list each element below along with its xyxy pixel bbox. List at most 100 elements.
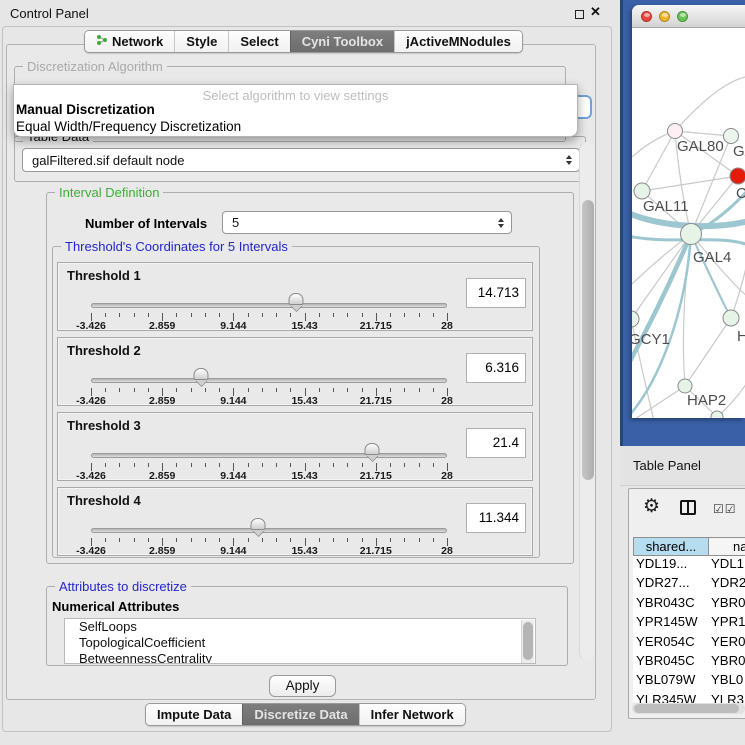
tick-mark xyxy=(390,538,391,542)
tick-mark xyxy=(105,538,106,542)
top-tab-cyni-toolbox[interactable]: Cyni Toolbox xyxy=(290,31,394,52)
table-panel: ⚙ ☑☑ shared... na YDL19...YDL1YDR27...YD… xyxy=(628,488,745,719)
slider-track-2[interactable] xyxy=(91,378,447,383)
slider-tick-labels: -3.4262.8599.14415.4321.71528 xyxy=(91,545,447,556)
tick-mark xyxy=(219,313,220,317)
tick-mark xyxy=(134,388,135,392)
tick-mark xyxy=(105,463,106,467)
tick-label: 2.859 xyxy=(149,470,175,482)
tick-mark xyxy=(205,463,206,467)
slider-thumb-3[interactable] xyxy=(365,443,380,455)
numerical-attributes-list[interactable]: SelfLoopsTopologicalCoefficientBetweenne… xyxy=(64,618,536,664)
table-row[interactable]: YBL079WYBL0 xyxy=(633,672,745,691)
slider-track-1[interactable] xyxy=(91,303,447,308)
cell-name: YDL1 xyxy=(711,556,744,571)
table-row[interactable]: YER054CYER0 xyxy=(633,634,745,653)
columns-icon[interactable] xyxy=(680,500,696,515)
network-node-hap2[interactable] xyxy=(678,379,692,393)
network-node-h[interactable] xyxy=(723,310,739,326)
network-edge[interactable] xyxy=(685,318,731,386)
zoom-traffic-light-icon[interactable] xyxy=(677,11,688,22)
bottom-tab-infer-network[interactable]: Infer Network xyxy=(359,704,465,725)
slider-thumb-1[interactable] xyxy=(289,293,304,305)
attributes-list-scrollbar[interactable] xyxy=(521,620,534,664)
list-item[interactable]: SelfLoops xyxy=(65,619,535,635)
network-node-gal4[interactable] xyxy=(681,224,702,245)
apply-button[interactable]: Apply xyxy=(269,675,336,697)
cell-name: YBR0 xyxy=(711,653,745,668)
float-window-icon[interactable] xyxy=(575,10,584,19)
tick-label: 9.144 xyxy=(220,395,246,407)
top-tab-select[interactable]: Select xyxy=(228,31,289,52)
dropdown-option-equal-width[interactable]: Equal Width/Frequency Discretization xyxy=(16,119,241,134)
tick-mark xyxy=(290,313,291,317)
node-label: H xyxy=(737,328,745,345)
discretization-algorithm-label: Discretization Algorithm xyxy=(23,59,167,74)
network-node-c[interactable] xyxy=(730,168,745,184)
table-row[interactable]: YDL19...YDL1 xyxy=(633,556,745,575)
close-icon[interactable]: ✕ xyxy=(590,4,601,20)
top-tab-style[interactable]: Style xyxy=(174,31,228,52)
tick-label: 21.715 xyxy=(360,470,392,482)
tick-label: 21.715 xyxy=(360,395,392,407)
tick-mark xyxy=(262,313,263,317)
close-traffic-light-icon[interactable] xyxy=(641,11,652,22)
content-vertical-scrollbar[interactable] xyxy=(579,142,595,660)
table-row[interactable]: YPR145WYPR1 xyxy=(633,614,745,633)
threshold-value-field-2[interactable]: 6.316 xyxy=(466,353,526,383)
tick-mark xyxy=(362,313,363,317)
network-node-gcy1[interactable] xyxy=(632,311,639,327)
cell-shared-name: YBR043C xyxy=(636,595,695,610)
top-tab-network[interactable]: Network xyxy=(85,31,174,52)
network-window-titlebar[interactable] xyxy=(632,5,745,28)
slider-thumb-2[interactable] xyxy=(194,368,209,380)
tick-label: 15.43 xyxy=(291,395,317,407)
network-node-ga[interactable] xyxy=(724,129,739,144)
network-edge[interactable] xyxy=(675,131,731,136)
checkboxes-icon[interactable]: ☑☑ xyxy=(713,502,737,516)
tick-mark xyxy=(205,538,206,542)
table-data-combobox[interactable]: galFiltered.sif default node xyxy=(22,148,580,172)
minimize-traffic-light-icon[interactable] xyxy=(659,11,670,22)
table-row[interactable]: YBR045CYBR0 xyxy=(633,653,745,672)
list-item[interactable]: TopologicalCoefficient xyxy=(65,635,535,651)
gear-icon[interactable]: ⚙ xyxy=(643,495,660,518)
slider-thumb-4[interactable] xyxy=(251,518,266,530)
network-edge[interactable] xyxy=(642,176,738,191)
slider-track-3[interactable] xyxy=(91,453,447,458)
tick-label: 28 xyxy=(441,320,453,332)
tick-label: -3.426 xyxy=(76,545,106,557)
tick-mark xyxy=(390,313,391,317)
node-label: GAL4 xyxy=(693,249,731,266)
network-node-gal11[interactable] xyxy=(634,183,650,199)
num-intervals-combobox[interactable]: 5 xyxy=(222,211,512,234)
list-item[interactable]: BetweennessCentrality xyxy=(65,651,535,664)
dropdown-option-manual[interactable]: Manual Discretization xyxy=(16,102,155,117)
network-edge[interactable] xyxy=(632,234,691,319)
threshold-label: Threshold 3 xyxy=(67,418,141,433)
network-edge[interactable] xyxy=(675,77,745,131)
table-row[interactable]: YBR043CYBR0 xyxy=(633,595,745,614)
bottom-tab-discretize-data[interactable]: Discretize Data xyxy=(242,704,358,725)
threshold-value-field-1[interactable]: 14.713 xyxy=(466,278,526,308)
combo-arrows-icon xyxy=(498,218,504,228)
top-tab-jactivemnodules[interactable]: jActiveMNodules xyxy=(394,31,522,52)
threshold-value-field-3[interactable]: 21.4 xyxy=(466,428,526,458)
network-canvas[interactable]: GAL80GACGAL11GAL4GCY1HHAP2 xyxy=(632,29,745,418)
threshold-value-field-4[interactable]: 11.344 xyxy=(466,503,526,533)
network-node-gal80[interactable] xyxy=(668,124,683,139)
column-header-name[interactable]: na xyxy=(708,537,745,556)
threshold-panel-4: Threshold 4-3.4262.8599.14415.4321.71528… xyxy=(57,487,533,556)
table-row[interactable]: YLR345WYLR3 xyxy=(633,692,745,703)
bottom-tab-impute-data[interactable]: Impute Data xyxy=(146,704,242,725)
network-node[interactable] xyxy=(711,411,723,418)
slider-track-4[interactable] xyxy=(91,528,447,533)
tick-mark xyxy=(148,388,149,392)
network-edge[interactable] xyxy=(691,234,731,318)
column-header-shared[interactable]: shared... xyxy=(633,537,709,556)
network-edge[interactable] xyxy=(642,131,675,191)
tick-mark xyxy=(134,463,135,467)
table-horizontal-scrollbar[interactable] xyxy=(632,703,745,714)
cell-name: YER0 xyxy=(711,634,745,649)
table-row[interactable]: YDR27...YDR2 xyxy=(633,575,745,594)
